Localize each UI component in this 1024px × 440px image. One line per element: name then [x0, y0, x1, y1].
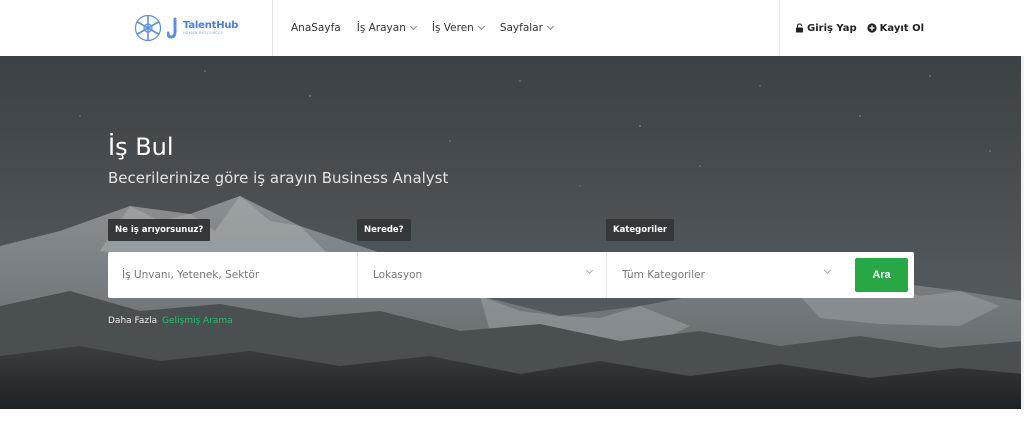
register-link[interactable]: Kayıt Ol — [867, 23, 924, 34]
chevron-down-icon — [477, 22, 485, 31]
chevron-down-icon — [585, 266, 594, 275]
location-select[interactable]: Lokasyon — [357, 252, 606, 298]
category-label: Kategoriler — [606, 219, 675, 241]
where-label: Nerede? — [357, 219, 411, 241]
brand-name: TalentHub — [183, 19, 239, 31]
category-select[interactable]: Tüm Kategoriler — [606, 252, 844, 298]
nav-item-label: AnaSayfa — [291, 22, 341, 34]
hero-subtitle: Becerilerinize göre iş arayın Business A… — [108, 169, 449, 187]
nav-item-job-seeker[interactable]: İş Arayan — [356, 22, 417, 34]
brand-tagline: HUMAN RESOURCES — [183, 30, 224, 35]
register-label: Kayıt Ol — [879, 22, 924, 34]
advanced-search-link[interactable]: Gelişmiş Arama — [162, 316, 233, 326]
snowflake-logo-icon — [134, 14, 162, 42]
hero-section: İş Bul Becerilerinize göre iş arayın Bus… — [0, 56, 1024, 409]
brand-logo[interactable]: TalentHub HUMAN RESOURCES — [133, 13, 238, 43]
auth-links: Giriş Yap Kayıt Ol — [795, 0, 934, 56]
location-value: Lokasyon — [373, 269, 423, 281]
keyword-placeholder: İş Unvanı, Yetenek, Sektör — [122, 269, 260, 281]
chevron-down-icon — [546, 22, 554, 31]
keyword-input[interactable]: İş Unvanı, Yetenek, Sektör — [122, 252, 352, 298]
header-divider-left — [272, 0, 273, 56]
category-value: Tüm Kategoriler — [622, 269, 705, 281]
search-form: İş Unvanı, Yetenek, Sektör Lokasyon Tüm … — [108, 252, 914, 298]
search-button[interactable]: Ara — [855, 258, 908, 292]
nav-item-employer[interactable]: İş Veren — [431, 22, 485, 34]
j-logo-icon — [167, 17, 177, 39]
login-label: Giriş Yap — [807, 22, 857, 34]
hero-title: İş Bul — [108, 133, 174, 161]
main-nav: AnaSayfa İş Arayan İş Veren Sayfalar — [291, 0, 569, 56]
nav-item-home[interactable]: AnaSayfa — [291, 22, 341, 34]
brand-text: TalentHub HUMAN RESOURCES — [183, 19, 239, 36]
nav-item-pages[interactable]: Sayfalar — [499, 22, 554, 34]
login-link[interactable]: Giriş Yap — [795, 23, 857, 34]
nav-item-label: Sayfalar — [499, 22, 543, 34]
lock-icon — [796, 23, 803, 33]
header-divider-right — [779, 0, 780, 56]
what-label: Ne iş arıyorsunuz? — [108, 219, 211, 241]
nav-item-label: İş Arayan — [356, 22, 406, 34]
chevron-down-icon — [409, 22, 417, 31]
nav-item-label: İş Veren — [431, 22, 474, 34]
advanced-search-row: Daha Fazla Gelişmiş Arama — [108, 316, 233, 326]
top-header: TalentHub HUMAN RESOURCES AnaSayfa İş Ar… — [0, 0, 1024, 56]
plus-circle-icon — [867, 23, 877, 33]
advanced-prefix: Daha Fazla — [108, 316, 158, 326]
chevron-down-icon — [823, 266, 832, 275]
